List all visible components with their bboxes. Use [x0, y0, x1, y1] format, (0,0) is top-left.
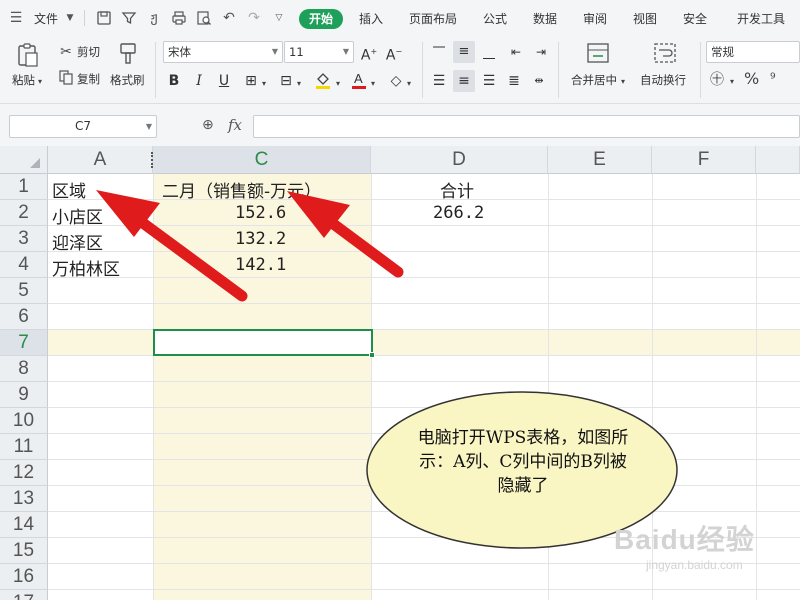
- watermark-logo: Baidu经验: [614, 524, 755, 555]
- watermark-url: jingyan.baidu.com: [646, 558, 743, 572]
- callout-text: 电脑打开WPS表格，如图所示：A列、C列中间的B列被隐藏了: [417, 428, 629, 496]
- annotation-overlay: [96, 190, 678, 549]
- red-arrow-right: [287, 191, 404, 278]
- red-arrow-left: [96, 190, 248, 302]
- baidu-jingyan-watermark: Baidu经验 jingyan.baidu.com: [614, 518, 755, 572]
